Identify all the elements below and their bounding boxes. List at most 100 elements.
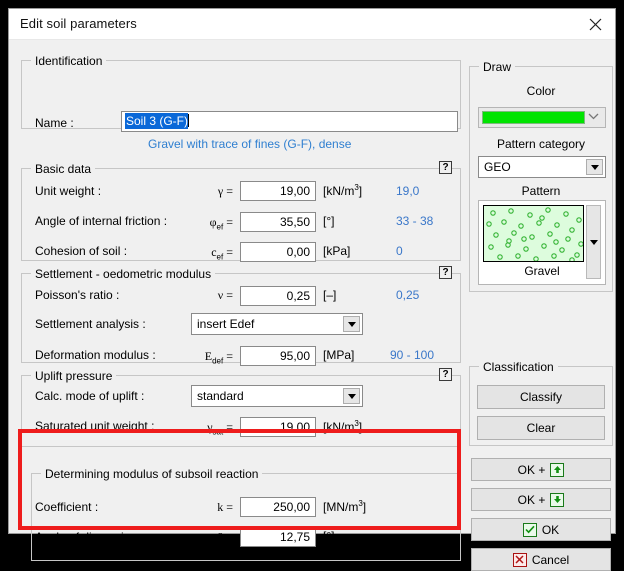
symbol-subscript: ef: [216, 222, 224, 232]
ok-next-button[interactable]: OK +: [471, 488, 611, 511]
dialog-window: Edit soil parameters Identification Name…: [8, 8, 616, 571]
unit-weight-hint: 19,0: [396, 184, 420, 198]
arrow-down-icon: [550, 492, 565, 507]
dispersion-angle-unit: [°]: [323, 529, 335, 543]
title-bar: Edit soil parameters: [9, 9, 615, 40]
cross-icon: [512, 552, 527, 567]
clear-button-label: Clear: [526, 421, 556, 435]
color-picker[interactable]: [478, 107, 606, 128]
chevron-down-icon[interactable]: [586, 159, 603, 175]
help-icon[interactable]: ?: [439, 368, 452, 381]
settlement-legend: Settlement - oedometric modulus: [31, 267, 216, 281]
ok-next-label: OK +: [517, 492, 546, 507]
settlement-analysis-label: Settlement analysis :: [35, 317, 146, 331]
chevron-down-icon[interactable]: [588, 113, 599, 120]
deformation-modulus-hint: 90 - 100: [390, 348, 435, 362]
pattern-label: Pattern: [521, 184, 561, 198]
cohesion-unit: [kPa]: [323, 244, 351, 258]
check-icon: [522, 522, 537, 537]
pattern-picker[interactable]: Gravel: [478, 200, 606, 285]
screen: Edit soil parameters Identification Name…: [0, 0, 624, 571]
identification-legend: Identification: [31, 54, 107, 68]
coefficient-symbol: k =: [217, 500, 233, 514]
classification-legend: Classification: [479, 360, 558, 374]
ok-previous-label: OK +: [517, 462, 546, 477]
help-icon[interactable]: ?: [439, 266, 452, 279]
draw-legend: Draw: [479, 60, 516, 74]
ok-button[interactable]: OK: [471, 518, 611, 541]
ok-previous-button[interactable]: OK +: [471, 458, 611, 481]
deformation-modulus-symbol: Edef =: [204, 349, 233, 366]
unit-text: [MN/m: [323, 500, 359, 514]
chevron-down-icon[interactable]: [343, 316, 360, 332]
dialog-body: Identification Name : Soil 3 (G-F) Grave…: [9, 40, 615, 571]
poisson-symbol: ν =: [217, 288, 233, 302]
settlement-analysis-select[interactable]: insert Edef: [191, 313, 363, 335]
coefficient-label: Coefficient :: [35, 500, 99, 514]
subsoil-reaction-group: Determining modulus of subsoil reaction: [31, 467, 461, 561]
classify-button[interactable]: Classify: [477, 385, 605, 409]
pattern-category-select[interactable]: GEO: [478, 156, 606, 178]
uplift-legend: Uplift pressure: [31, 369, 117, 383]
cohesion-label: Cohesion of soil :: [35, 244, 128, 258]
uplift-mode-select[interactable]: standard: [191, 385, 363, 407]
friction-angle-symbol: φef =: [209, 215, 233, 232]
uplift-mode-value: standard: [197, 389, 244, 403]
friction-angle-label: Angle of internal friction :: [35, 214, 168, 228]
unit-tail: ]: [358, 184, 363, 198]
pattern-preview: [483, 205, 584, 262]
help-icon[interactable]: ?: [439, 161, 452, 174]
triangle-glyph: [347, 393, 356, 399]
soil-description: Gravel with trace of fines (G-F), dense: [148, 137, 352, 151]
name-input[interactable]: Soil 3 (G-F): [121, 111, 458, 132]
poisson-unit: [–]: [323, 288, 337, 302]
dispersion-angle-input[interactable]: 12,75: [240, 527, 316, 547]
color-swatch: [482, 111, 585, 124]
cohesion-hint: 0: [396, 244, 403, 258]
unit-text: [kN/m: [323, 420, 355, 434]
chevron-down-icon[interactable]: [343, 388, 360, 404]
triangle-glyph: [589, 239, 598, 245]
subsoil-reaction-legend: Determining modulus of subsoil reaction: [41, 467, 263, 481]
color-label: Color: [526, 84, 556, 98]
triangle-glyph: [590, 164, 599, 170]
friction-angle-unit: [°]: [323, 214, 335, 228]
pattern-category-label: Pattern category: [496, 137, 586, 151]
deformation-modulus-label: Deformation modulus :: [35, 348, 156, 362]
symbol-subscript: def: [212, 356, 224, 366]
close-icon[interactable]: [581, 12, 609, 36]
unit-weight-unit: [kN/m3]: [323, 183, 362, 198]
pattern-name: Gravel: [524, 264, 560, 278]
friction-angle-hint: 33 - 38: [396, 214, 434, 228]
ok-button-label: OK: [541, 522, 560, 537]
friction-angle-input[interactable]: 35,50: [240, 212, 316, 232]
name-input-value: Soil 3 (G-F): [125, 113, 189, 129]
pattern-category-value: GEO: [484, 160, 511, 174]
coefficient-input[interactable]: 250,00: [240, 497, 316, 517]
settlement-analysis-value: insert Edef: [197, 317, 255, 331]
arrow-up-icon: [550, 462, 565, 477]
deformation-modulus-unit: [MPa]: [323, 348, 355, 362]
unit-weight-input[interactable]: 19,00: [240, 181, 316, 201]
saturated-weight-label: Saturated unit weight :: [35, 419, 155, 433]
coefficient-unit: [MN/m3]: [323, 499, 366, 514]
cohesion-input[interactable]: 0,00: [240, 242, 316, 262]
draw-group: Draw Color Pattern category GEO Pattern: [469, 60, 613, 292]
text-caret: [188, 114, 190, 127]
unit-tail: ]: [358, 420, 363, 434]
symbol-subscript: sat: [212, 427, 224, 437]
poisson-label: Poisson's ratio :: [35, 288, 120, 302]
saturated-weight-unit: [kN/m3]: [323, 419, 362, 434]
saturated-weight-symbol: γsat =: [207, 420, 233, 437]
cohesion-symbol: cef =: [211, 245, 233, 262]
deformation-modulus-input[interactable]: 95,00: [240, 346, 316, 366]
unit-weight-symbol: γ =: [217, 184, 233, 198]
saturated-weight-input[interactable]: 19,00: [240, 417, 316, 437]
symbol-subscript: ef: [216, 252, 224, 262]
unit-weight-label: Unit weight :: [35, 184, 102, 198]
poisson-hint: 0,25: [396, 288, 420, 302]
poisson-input[interactable]: 0,25: [240, 286, 316, 306]
cancel-button[interactable]: Cancel: [471, 548, 611, 571]
clear-button[interactable]: Clear: [477, 416, 605, 440]
basic-data-legend: Basic data: [31, 162, 96, 176]
